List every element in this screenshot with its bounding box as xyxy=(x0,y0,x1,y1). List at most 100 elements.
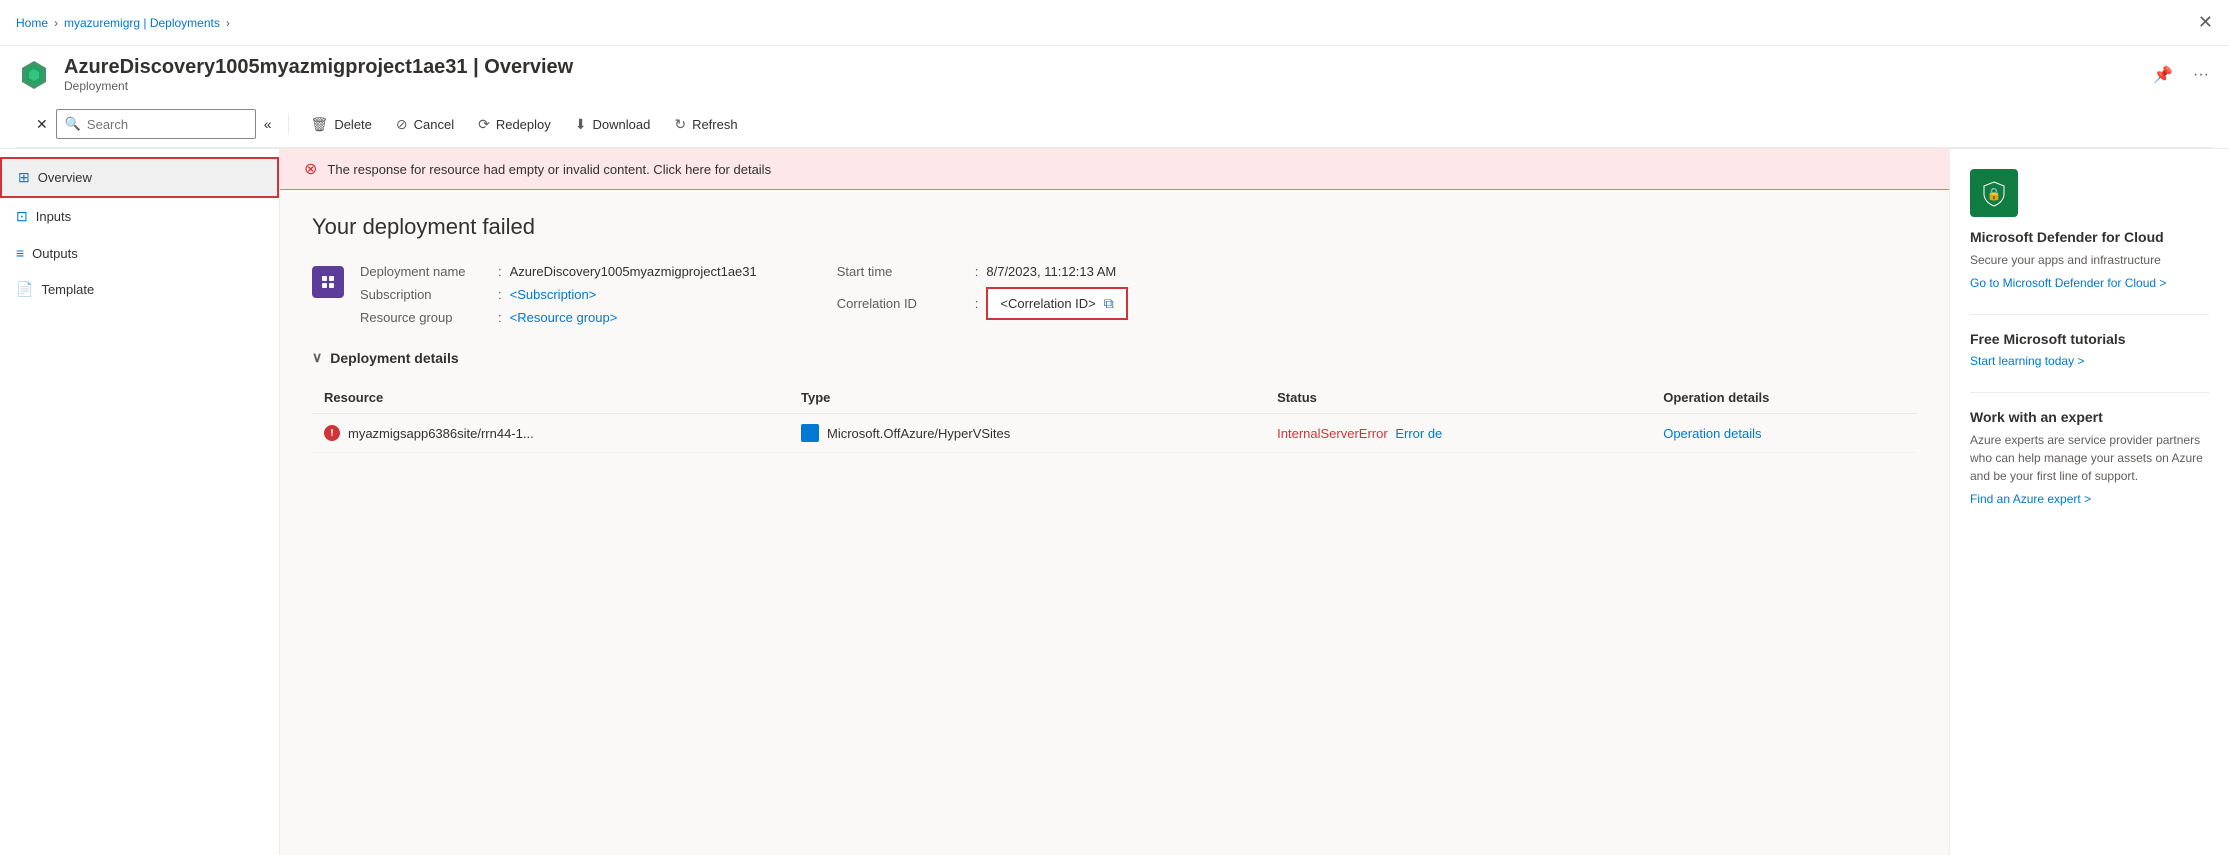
cancel-button[interactable]: ⊘ Cancel xyxy=(386,110,464,139)
resource-type-icon xyxy=(801,424,819,442)
expert-link[interactable]: Find an Azure expert > xyxy=(1970,492,2091,506)
col-header-operation: Operation details xyxy=(1651,382,1917,414)
content-area: ⊗ The response for resource had empty or… xyxy=(280,149,1949,855)
close-button[interactable]: ✕ xyxy=(2198,12,2213,33)
template-icon: 📄 xyxy=(16,281,33,298)
info-sep-5: : xyxy=(975,296,979,311)
resource-group-label: Resource group xyxy=(360,310,490,325)
search-input[interactable] xyxy=(87,117,247,132)
subscription-row: Subscription : <Subscription> xyxy=(360,287,757,302)
start-time-value: 8/7/2023, 11:12:13 AM xyxy=(986,264,1116,279)
expert-heading: Work with an expert xyxy=(1970,409,2209,425)
cancel-icon: ⊘ xyxy=(396,116,408,133)
deployment-name-label: Deployment name xyxy=(360,264,490,279)
info-sep-2: : xyxy=(498,287,502,302)
correlation-id-value: <Correlation ID> xyxy=(1000,296,1095,311)
chevron-down-icon: ∨ xyxy=(312,349,322,366)
deployment-icon xyxy=(312,266,344,298)
refresh-label: Refresh xyxy=(692,117,738,132)
sidebar-item-overview[interactable]: ⊞ Overview xyxy=(0,157,279,198)
toolbar-separator-1 xyxy=(288,114,289,134)
operation-details-link[interactable]: Operation details xyxy=(1663,426,1761,441)
download-label: Download xyxy=(593,117,651,132)
correlation-id-box: <Correlation ID> ⧉ xyxy=(986,287,1127,320)
refresh-button[interactable]: ↻ Refresh xyxy=(664,110,747,139)
page-title-block: AzureDiscovery1005myazmigproject1ae31 | … xyxy=(64,56,2137,93)
sidebar-item-outputs[interactable]: ≡ Outputs xyxy=(0,235,279,271)
table-row: ! myazmigsapp6386site/rrn44-1... Microso… xyxy=(312,414,1917,453)
details-label: Deployment details xyxy=(330,350,458,366)
resource-status: InternalServerError xyxy=(1277,426,1388,441)
subscription-link[interactable]: <Subscription> xyxy=(510,287,597,302)
breadcrumb: Home › myazuremigrg | Deployments › xyxy=(16,16,230,30)
resource-name: myazmigsapp6386site/rrn44-1... xyxy=(348,426,534,441)
sidebar-item-label-outputs: Outputs xyxy=(32,246,78,261)
deployment-icon-row: Deployment name : AzureDiscovery1005myaz… xyxy=(312,264,757,325)
inputs-icon: ⊡ xyxy=(16,208,28,225)
page-title: AzureDiscovery1005myazmigproject1ae31 | … xyxy=(64,56,2137,79)
breadcrumb-parent[interactable]: myazuremigrg | Deployments xyxy=(64,16,220,30)
deployment-details-section: ∨ Deployment details Resource Type Statu… xyxy=(312,349,1917,453)
correlation-id-row: Correlation ID : <Correlation ID> ⧉ xyxy=(837,287,1128,320)
right-panel: 🔒 Microsoft Defender for Cloud Secure yo… xyxy=(1949,149,2229,855)
redeploy-button[interactable]: ⟳ Redeploy xyxy=(468,110,561,139)
sidebar-item-label-template: Template xyxy=(41,282,94,297)
start-time-row: Start time : 8/7/2023, 11:12:13 AM xyxy=(837,264,1128,279)
resource-group-link[interactable]: <Resource group> xyxy=(510,310,618,325)
error-banner[interactable]: ⊗ The response for resource had empty or… xyxy=(280,149,1949,190)
expert-section: Work with an expert Azure experts are se… xyxy=(1970,409,2209,506)
info-right: Start time : 8/7/2023, 11:12:13 AM Corre… xyxy=(837,264,1128,325)
subscription-label: Subscription xyxy=(360,287,490,302)
sidebar-item-template[interactable]: 📄 Template xyxy=(0,271,279,308)
pin-button[interactable]: 📌 xyxy=(2149,61,2177,89)
start-time-label: Start time xyxy=(837,264,967,279)
details-header[interactable]: ∨ Deployment details xyxy=(312,349,1917,366)
col-header-type: Type xyxy=(789,382,1265,414)
sidebar-item-label-overview: Overview xyxy=(38,170,92,185)
defender-icon: 🔒 xyxy=(1970,169,2018,217)
sidebar-item-inputs[interactable]: ⊡ Inputs xyxy=(0,198,279,235)
search-icon: 🔍 xyxy=(65,116,81,132)
correlation-id-label: Correlation ID xyxy=(837,296,967,311)
error-banner-message: The response for resource had empty or i… xyxy=(327,162,771,177)
toolbar: ✕ 🔍 « 🗑 Delete ⊘ Cancel ⟳ Redeploy ⬇ Dow… xyxy=(16,101,2213,148)
collapse-button[interactable]: « xyxy=(260,112,276,136)
info-sep-1: : xyxy=(498,264,502,279)
more-button[interactable]: ··· xyxy=(2189,62,2213,88)
info-col: Deployment name : AzureDiscovery1005myaz… xyxy=(360,264,757,325)
tutorials-link[interactable]: Start learning today > xyxy=(1970,354,2084,368)
page-subtitle: Deployment xyxy=(64,79,2137,93)
panel-divider-1 xyxy=(1970,314,2209,315)
breadcrumb-home[interactable]: Home xyxy=(16,16,48,30)
download-icon: ⬇ xyxy=(575,116,587,133)
refresh-icon: ↻ xyxy=(674,116,686,133)
resource-error-dot: ! xyxy=(324,425,340,441)
delete-icon: 🗑 xyxy=(311,116,329,133)
defender-link[interactable]: Go to Microsoft Defender for Cloud > xyxy=(1970,276,2166,290)
defender-heading: Microsoft Defender for Cloud xyxy=(1970,229,2209,245)
expert-text: Azure experts are service provider partn… xyxy=(1970,431,2209,485)
copy-correlation-id-button[interactable]: ⧉ xyxy=(1104,295,1114,312)
info-left: Deployment name : AzureDiscovery1005myaz… xyxy=(312,264,757,325)
header-actions: 📌 ··· xyxy=(2149,61,2213,89)
tutorials-section: Free Microsoft tutorials Start learning … xyxy=(1970,331,2209,368)
deployment-content: Your deployment failed Deployment name : xyxy=(280,190,1949,477)
download-button[interactable]: ⬇ Download xyxy=(565,110,661,139)
breadcrumb-sep-1: › xyxy=(54,16,58,30)
resource-table: Resource Type Status Operation details !… xyxy=(312,382,1917,453)
deployment-info: Deployment name : AzureDiscovery1005myaz… xyxy=(312,264,1917,325)
tutorials-heading: Free Microsoft tutorials xyxy=(1970,331,2209,347)
info-sep-3: : xyxy=(498,310,502,325)
search-box[interactable]: 🔍 xyxy=(56,109,256,139)
collapse-sidebar-button[interactable]: ✕ xyxy=(32,112,52,137)
main-layout: ⊞ Overview ⊡ Inputs ≡ Outputs 📄 Template… xyxy=(0,149,2229,855)
deployment-name-value: AzureDiscovery1005myazmigproject1ae31 xyxy=(510,264,757,279)
top-bar: Home › myazuremigrg | Deployments › ✕ xyxy=(0,0,2229,46)
cancel-label: Cancel xyxy=(414,117,454,132)
redeploy-label: Redeploy xyxy=(496,117,551,132)
breadcrumb-sep-2: › xyxy=(226,16,230,30)
delete-button[interactable]: 🗑 Delete xyxy=(301,110,382,139)
panel-divider-2 xyxy=(1970,392,2209,393)
error-details-link[interactable]: Error de xyxy=(1395,426,1442,441)
resource-cell: ! myazmigsapp6386site/rrn44-1... xyxy=(324,425,777,441)
